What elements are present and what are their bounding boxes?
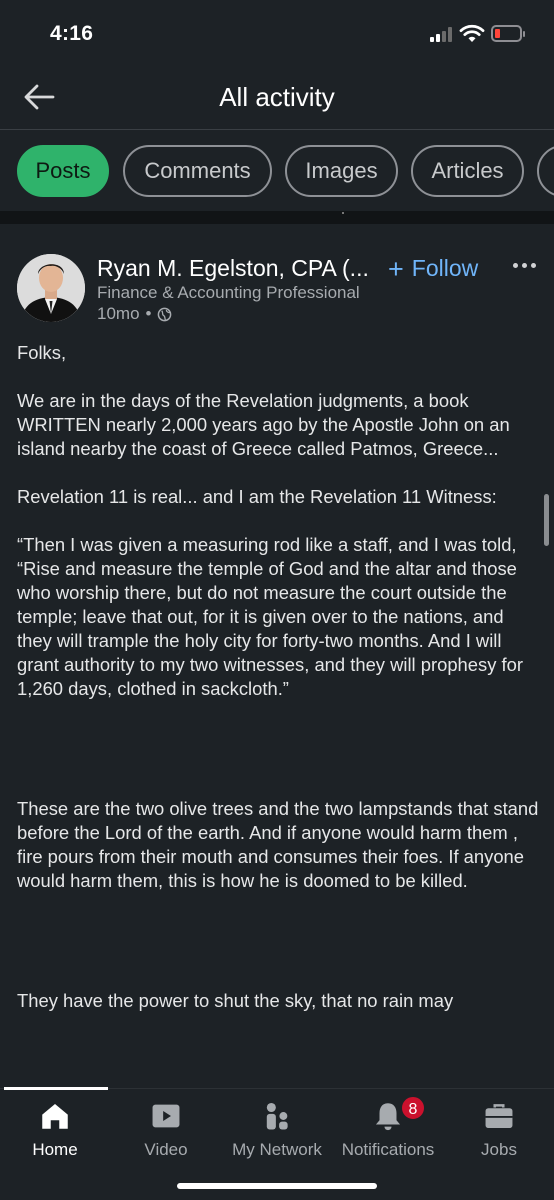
post-meta: 10mo •: [97, 304, 172, 324]
post-paragraph: “Then I was given a measuring rod like a…: [17, 534, 523, 699]
meta-separator: •: [145, 304, 152, 323]
post-age: 10mo: [97, 304, 140, 323]
author-headline: Finance & Accounting Professional: [97, 283, 360, 302]
notification-badge: 8: [400, 1095, 426, 1121]
avatar[interactable]: [17, 254, 85, 322]
header: All activity: [0, 62, 554, 130]
divider-dot: [342, 212, 344, 214]
tab-comments[interactable]: Comments: [123, 145, 272, 197]
post-paragraph: These are the two olive trees and the tw…: [17, 798, 539, 891]
scrollbar[interactable]: [544, 494, 549, 546]
post-paragraph: Revelation 11 is real... and I am the Re…: [17, 486, 497, 507]
follow-button[interactable]: + Follow: [388, 255, 478, 282]
post-card: Ryan M. Egelston, CPA (... Finance & Acc…: [0, 224, 554, 1088]
briefcase-icon: [485, 1104, 513, 1129]
active-indicator: [4, 1087, 108, 1090]
tab-articles[interactable]: Articles: [411, 145, 524, 197]
filter-tabs: Posts Comments Images Articles: [0, 131, 554, 211]
status-time: 4:16: [50, 22, 94, 45]
post-paragraph: They have the power to shut the sky, tha…: [17, 990, 454, 1011]
network-icon: [266, 1102, 288, 1130]
nav-label-jobs: Jobs: [481, 1140, 517, 1159]
post-paragraph: Folks,: [17, 342, 67, 363]
post-body: Folks, We are in the days of the Revelat…: [17, 341, 542, 1037]
tab-more[interactable]: [537, 145, 554, 197]
follow-label: Follow: [411, 255, 479, 281]
signal-icon: [430, 27, 454, 42]
home-icon: [42, 1103, 68, 1129]
wifi-icon: [459, 24, 485, 42]
tab-posts[interactable]: Posts: [17, 145, 109, 197]
post-paragraph: We are in the days of the Revelation jud…: [17, 390, 510, 459]
more-options-icon[interactable]: [512, 257, 538, 273]
tab-images[interactable]: Images: [285, 145, 398, 197]
plus-icon: +: [388, 253, 404, 284]
nav-home[interactable]: Home: [0, 1097, 110, 1161]
nav-my-network[interactable]: My Network: [222, 1097, 332, 1161]
status-bar: 4:16: [0, 0, 554, 62]
nav-video[interactable]: Video: [111, 1097, 221, 1161]
section-divider: [0, 211, 554, 224]
globe-icon: [158, 307, 172, 321]
author-name[interactable]: Ryan M. Egelston, CPA (...: [97, 255, 369, 282]
video-icon: [152, 1104, 180, 1128]
battery-icon: [491, 25, 525, 42]
page-title: All activity: [219, 82, 335, 112]
nav-jobs[interactable]: Jobs: [444, 1097, 554, 1161]
nav-notifications[interactable]: 8 Notifications: [333, 1095, 443, 1161]
home-indicator: [177, 1183, 377, 1189]
